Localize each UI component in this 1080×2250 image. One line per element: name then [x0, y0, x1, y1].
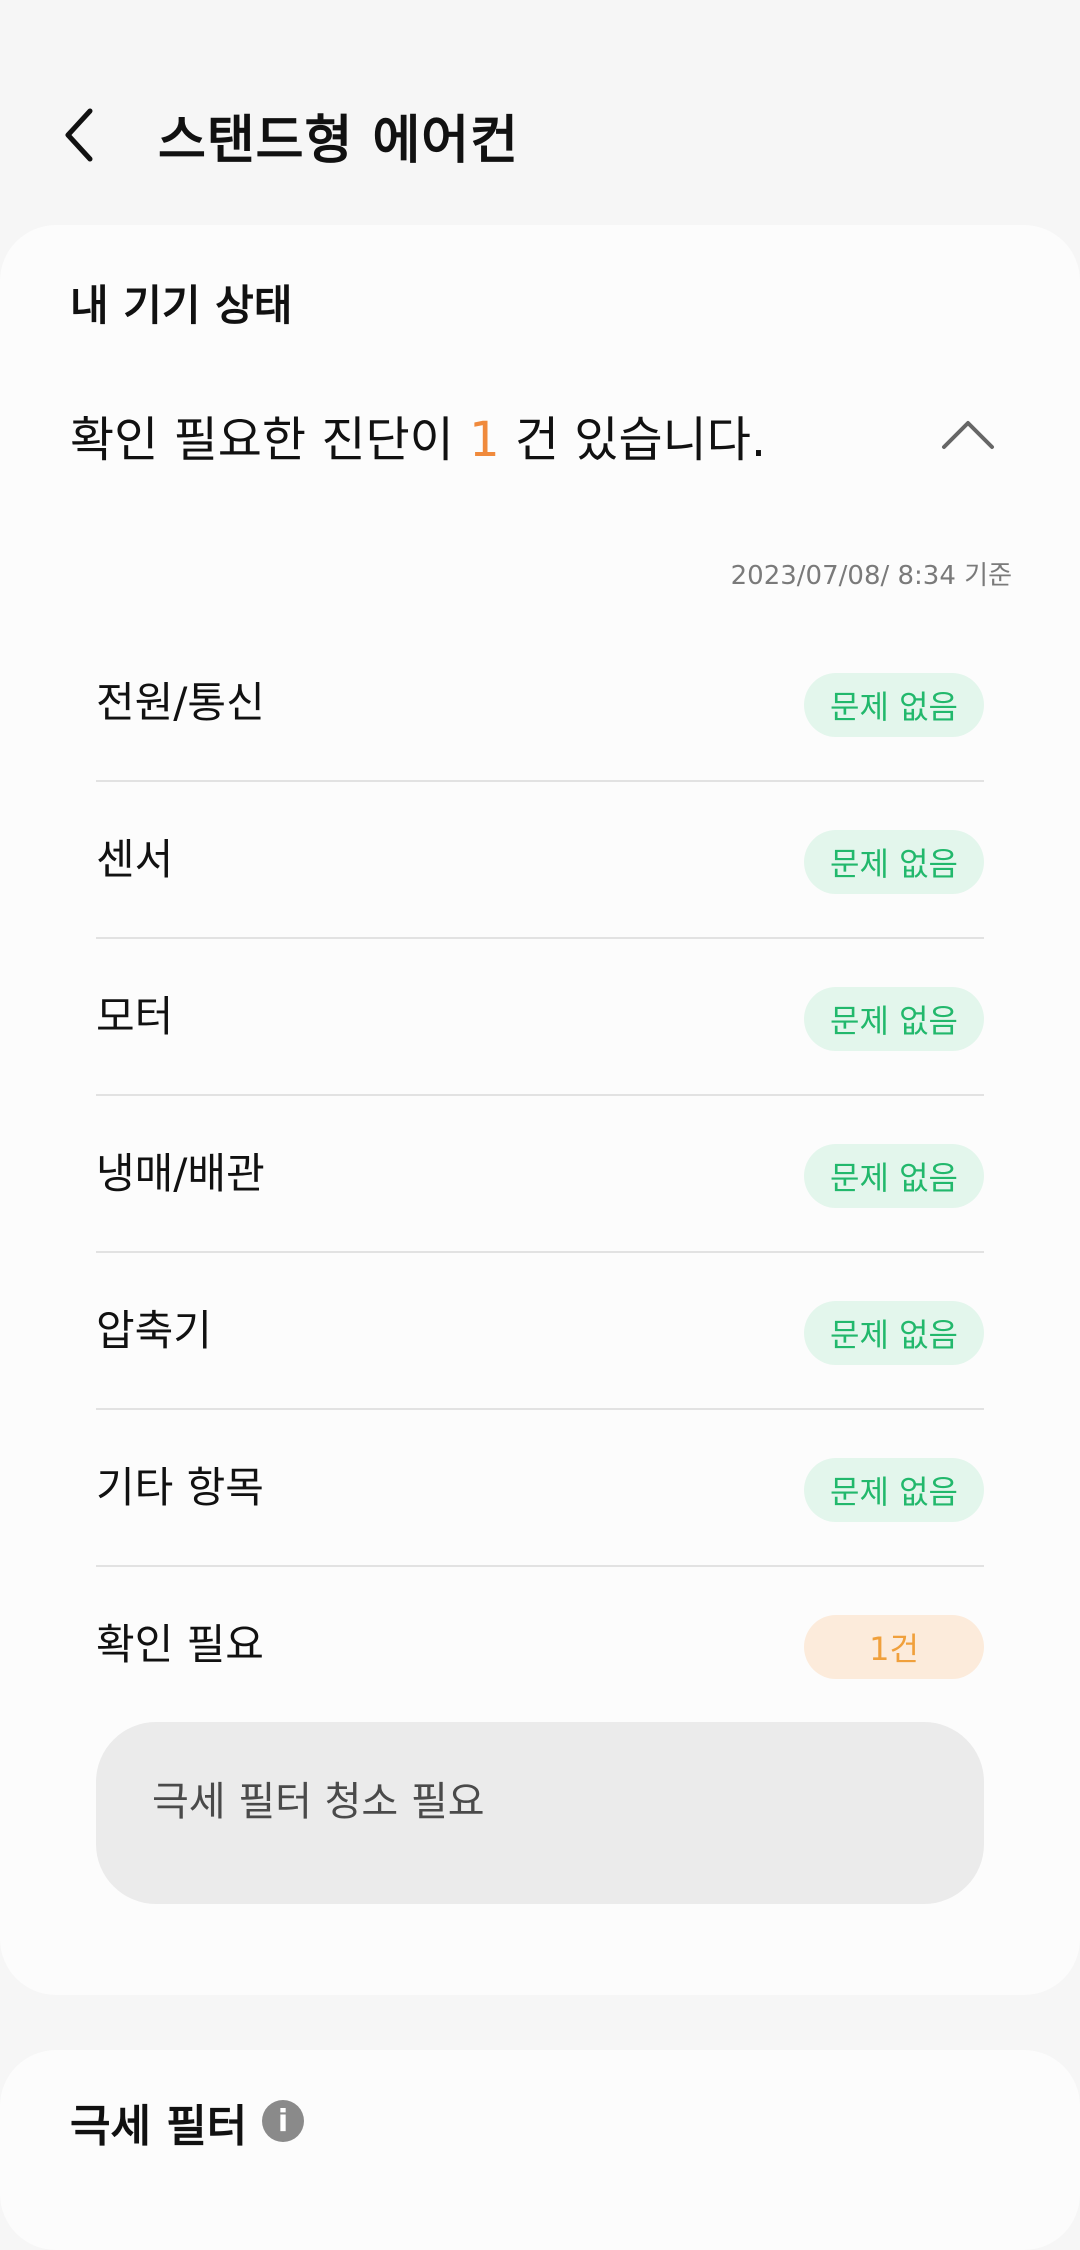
status-row-label: 전원/통신: [96, 678, 265, 727]
issue-detail-text: 극세 필터 청소 필요: [152, 1779, 485, 1825]
status-row-compressor[interactable]: 압축기 문제 없음: [96, 1253, 984, 1409]
summary-prefix: 확인 필요한 진단이: [70, 412, 470, 468]
status-row-needs-check[interactable]: 확인 필요 1건: [96, 1567, 984, 1723]
status-row-label: 기타 항목: [96, 1463, 264, 1512]
status-row-sensor[interactable]: 센서 문제 없음: [96, 782, 984, 938]
page-title: 스탠드형 에어컨: [158, 111, 519, 171]
status-badge: 문제 없음: [804, 1144, 984, 1208]
summary-suffix: 건 있습니다.: [499, 412, 767, 468]
status-row-others[interactable]: 기타 항목 문제 없음: [96, 1410, 984, 1566]
chevron-left-icon: [65, 108, 93, 162]
back-button[interactable]: [60, 100, 120, 170]
diagnosis-summary: 확인 필요한 진단이 1 건 있습니다.: [70, 400, 766, 470]
status-badge: 문제 없음: [804, 830, 984, 894]
issue-detail-box[interactable]: 극세 필터 청소 필요: [96, 1722, 984, 1904]
status-badge: 문제 없음: [804, 1301, 984, 1365]
section-title-filter: 극세 필터: [70, 2101, 248, 2152]
status-badge: 문제 없음: [804, 673, 984, 737]
info-icon[interactable]: i: [262, 2100, 304, 2142]
status-row-label: 센서: [96, 835, 174, 884]
chevron-up-icon: [942, 421, 994, 449]
status-row-motor[interactable]: 모터 문제 없음: [96, 939, 984, 1095]
status-badge: 1건: [804, 1615, 984, 1679]
status-badge: 문제 없음: [804, 987, 984, 1051]
status-row-label: 확인 필요: [96, 1620, 264, 1669]
section-title-device-status: 내 기기 상태: [70, 281, 293, 330]
status-row-label: 압축기: [96, 1306, 212, 1355]
status-row-refrigerant[interactable]: 냉매/배관 문제 없음: [96, 1096, 984, 1252]
app-header: 스탠드형 에어컨: [0, 0, 1080, 225]
status-badge: 문제 없음: [804, 1458, 984, 1522]
diagnosis-timestamp: 2023/07/08/ 8:34 기준: [730, 561, 1012, 591]
collapse-button[interactable]: [938, 405, 998, 465]
status-row-label: 모터: [96, 992, 174, 1041]
summary-count: 1: [469, 412, 500, 468]
status-row-label: 냉매/배관: [96, 1149, 265, 1198]
status-row-power[interactable]: 전원/통신 문제 없음: [96, 625, 984, 781]
